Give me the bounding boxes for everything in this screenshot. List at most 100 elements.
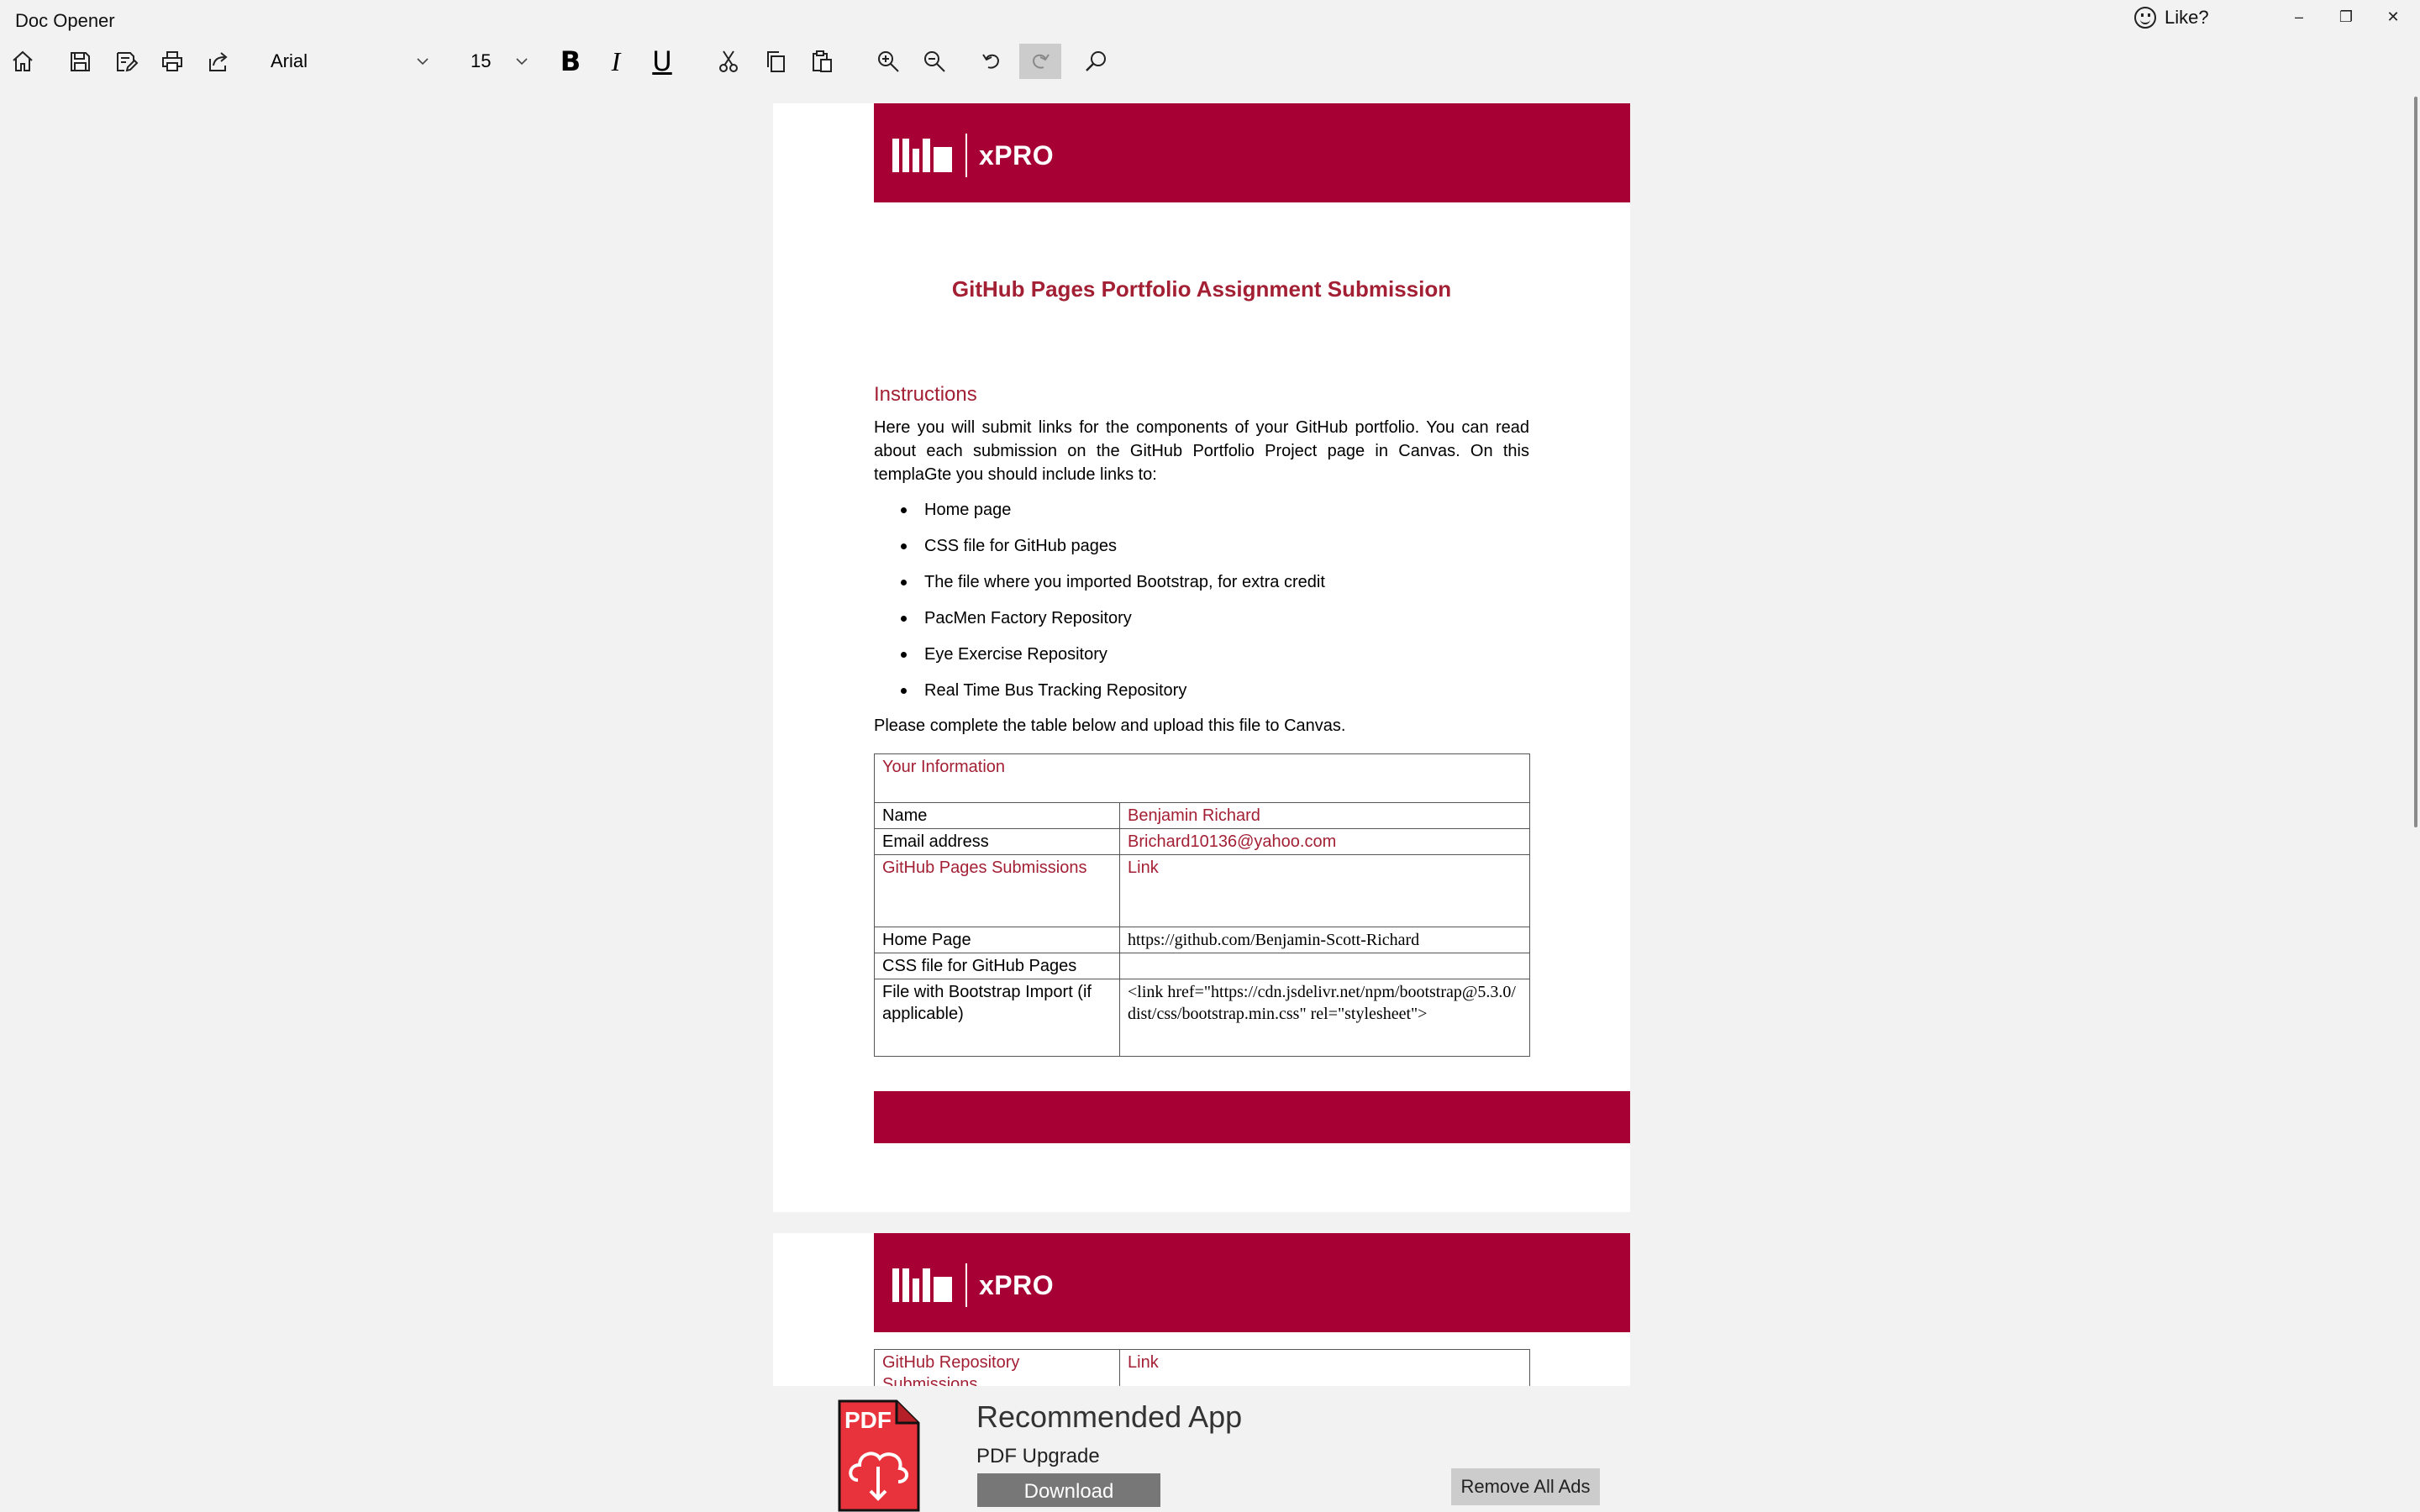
print-button[interactable] [154, 44, 191, 79]
home-icon [13, 50, 33, 71]
italic-icon: I [611, 46, 621, 76]
font-size-select[interactable]: 15 [471, 47, 529, 76]
table-header: Your Information [873, 753, 1531, 803]
css-file-value[interactable] [1118, 953, 1531, 979]
home-page-label: Home Page [874, 927, 1120, 953]
list-item: Real Time Bus Tracking Repository [874, 679, 1529, 715]
vertical-scrollbar[interactable] [2414, 97, 2417, 827]
name-label: Name [874, 802, 1120, 829]
bootstrap-file-value[interactable]: <link href="https://cdn.jsdelivr.net/npm… [1118, 979, 1531, 1057]
list-item: Home page [874, 498, 1529, 534]
copy-button[interactable] [757, 44, 794, 79]
save-button[interactable] [61, 44, 98, 79]
zoom-in-button[interactable] [870, 44, 907, 79]
underline-button[interactable]: U [644, 44, 681, 79]
email-label: Email address [874, 828, 1120, 855]
list-item: Eye Exercise Repository [874, 643, 1529, 679]
table-row: Home Page https://github.com/Benjamin-Sc… [874, 927, 1531, 953]
undo-icon [982, 54, 1000, 69]
ad-heading: Recommended App [976, 1399, 1243, 1434]
bootstrap-file-label: File with Bootstrap Import (if applicabl… [874, 979, 1120, 1057]
minimize-button[interactable]: – [2275, 0, 2323, 34]
table-row: Your Information [873, 753, 1531, 803]
chevron-down-icon [516, 58, 528, 66]
underline-icon: U [652, 45, 672, 77]
github-pages-link-header: Link [1118, 854, 1531, 927]
list-item: CSS file for GitHub pages [874, 534, 1529, 570]
table-row: Email address Brichard10136@yahoo.com [874, 828, 1531, 855]
restore-button[interactable]: ❐ [2323, 0, 2370, 34]
header-banner: xPRO [874, 103, 1630, 202]
undo-button[interactable] [973, 44, 1010, 79]
chevron-down-icon [417, 58, 429, 66]
toolbar: Arial 15 B I U [0, 40, 2420, 82]
save-as-button[interactable] [108, 44, 145, 79]
find-button[interactable] [1078, 44, 1115, 79]
close-button[interactable]: ✕ [2370, 0, 2417, 34]
paste-icon [813, 50, 832, 72]
list-item: The file where you imported Bootstrap, f… [874, 570, 1529, 606]
list-item: PacMen Factory Repository [874, 606, 1529, 643]
save-as-icon [117, 52, 139, 72]
zoom-out-icon [924, 51, 945, 72]
home-button[interactable] [4, 44, 41, 79]
repository-label: GitHub Repository Submissions [874, 1349, 1120, 1386]
bold-button[interactable]: B [552, 44, 589, 79]
redo-button[interactable] [1019, 44, 1061, 79]
table-row: GitHub Repository Submissions Link [874, 1349, 1530, 1386]
intro-paragraph: Here you will submit links for the compo… [874, 418, 1529, 484]
document-page-1: xPRO GitHub Pages Portfolio Assignment S… [773, 103, 1630, 1212]
like-label: Like? [2165, 7, 2209, 28]
cut-button[interactable] [710, 44, 747, 79]
mit-logo-icon [892, 1268, 952, 1302]
repository-link-header: Link [1119, 1349, 1530, 1386]
remove-ads-button[interactable]: Remove All Ads [1451, 1468, 1600, 1505]
home-page-value[interactable]: https://github.com/Benjamin-Scott-Richar… [1118, 927, 1531, 953]
footer-banner [874, 1091, 1630, 1143]
submission-list: Home page CSS file for GitHub pages The … [874, 498, 1529, 715]
email-value[interactable]: Brichard10136@yahoo.com [1118, 828, 1531, 855]
share-icon [209, 52, 228, 71]
search-icon [1086, 51, 1106, 71]
smiley-icon [2134, 7, 2156, 29]
github-pages-label: GitHub Pages Submissions [874, 854, 1120, 927]
app-title: Doc Opener [15, 10, 115, 31]
like-button[interactable]: Like? [2134, 7, 2209, 29]
document-title: GitHub Pages Portfolio Assignment Submis… [951, 276, 1452, 302]
table-row: File with Bootstrap Import (if applicabl… [874, 979, 1531, 1057]
information-table: Your Information Name Benjamin Richard E… [873, 753, 1531, 1057]
zoom-in-icon [878, 51, 899, 72]
copy-icon [767, 51, 785, 72]
italic-button[interactable]: I [597, 44, 634, 79]
paste-button[interactable] [803, 44, 840, 79]
pdf-cloud-icon: PDF [838, 1399, 920, 1512]
css-file-label: CSS file for GitHub Pages [874, 953, 1120, 979]
table-row: Name Benjamin Richard [874, 802, 1531, 829]
instructions-heading: Instructions [874, 383, 977, 406]
name-value[interactable]: Benjamin Richard [1118, 802, 1531, 829]
font-size-value: 15 [471, 50, 492, 71]
mit-logo-icon [892, 139, 952, 172]
outro-paragraph: Please complete the table below and uplo… [874, 717, 1346, 735]
share-button[interactable] [200, 44, 237, 79]
mit-xpro-logo: xPRO [892, 1263, 1054, 1307]
document-page-2: xPRO GitHub Repository Submissions Link [773, 1233, 1630, 1386]
zoom-out-button[interactable] [916, 44, 953, 79]
logo-text: xPRO [979, 139, 1055, 171]
download-button[interactable]: Download [977, 1473, 1160, 1507]
ad-app-name: PDF Upgrade [976, 1445, 1100, 1467]
repository-table: GitHub Repository Submissions Link [874, 1349, 1530, 1386]
table-row: GitHub Pages Submissions Link [874, 854, 1531, 927]
mit-xpro-logo: xPRO [892, 134, 1054, 177]
title-bar: Doc Opener Like? – ❐ ✕ [0, 0, 2420, 40]
print-icon [162, 51, 182, 71]
table-row: CSS file for GitHub Pages [874, 953, 1531, 979]
redo-icon [1032, 54, 1050, 69]
font-family-value: Arial [271, 50, 308, 71]
scissors-icon [719, 50, 738, 72]
header-banner: xPRO [874, 1233, 1630, 1332]
bold-icon: B [560, 45, 581, 77]
ad-banner: PDF Recommended App PDF Upgrade Download… [0, 1386, 2420, 1512]
save-icon [71, 52, 90, 71]
font-family-select[interactable]: Arial [271, 47, 430, 76]
